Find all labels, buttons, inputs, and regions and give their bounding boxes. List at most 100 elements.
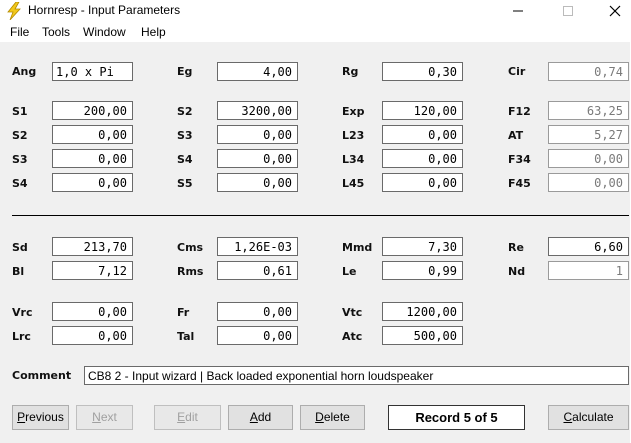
label-f45: F45	[508, 177, 531, 190]
label-rms: Rms	[177, 265, 204, 278]
field-rg[interactable]: 0,30	[382, 62, 463, 81]
menu-bar: File Tools Window Help	[0, 22, 631, 42]
field-l45[interactable]: 0,00	[382, 173, 463, 192]
input-parameters-panel: Ang 1,0 x Pi Eg 4,00 Rg 0,30 Cir 0,74 S1…	[0, 42, 630, 443]
label-ang: Ang	[12, 65, 37, 78]
field-vtc[interactable]: 1200,00	[382, 302, 463, 321]
label-le: Le	[342, 265, 357, 278]
menu-window[interactable]: Window	[83, 25, 126, 39]
label-sd: Sd	[12, 241, 28, 254]
field-rms[interactable]: 0,61	[217, 261, 298, 280]
field-s2[interactable]: 3200,00	[217, 101, 298, 120]
field-mmd[interactable]: 7,30	[382, 237, 463, 256]
label-cms: Cms	[177, 241, 204, 254]
label-bl: Bl	[12, 265, 25, 278]
field-fr[interactable]: 0,00	[217, 302, 298, 321]
label-s3-row4: S3	[12, 153, 28, 166]
field-lrc[interactable]: 0,00	[52, 326, 133, 345]
menu-tools[interactable]: Tools	[42, 25, 70, 39]
menu-file[interactable]: File	[10, 25, 29, 39]
minimize-button[interactable]	[495, 0, 541, 22]
label-lrc: Lrc	[12, 330, 31, 343]
maximize-icon	[563, 6, 573, 16]
field-tal[interactable]: 0,00	[217, 326, 298, 345]
calculate-button[interactable]: Calculate	[548, 405, 629, 430]
field-f45: 0,00	[548, 173, 629, 192]
label-tal: Tal	[177, 330, 195, 343]
field-f34: 0,00	[548, 149, 629, 168]
close-icon	[609, 5, 621, 17]
label-comment: Comment	[12, 369, 72, 382]
add-label-post: dd	[257, 410, 272, 424]
label-s1: S1	[12, 105, 28, 118]
field-s4[interactable]: 0,00	[217, 149, 298, 168]
label-s2-row3: S2	[12, 129, 28, 142]
field-ang[interactable]: 1,0 x Pi	[52, 62, 133, 81]
label-vrc: Vrc	[12, 306, 33, 319]
label-l34: L34	[342, 153, 365, 166]
field-s3[interactable]: 0,00	[217, 125, 298, 144]
field-s1[interactable]: 200,00	[52, 101, 133, 120]
label-l23: L23	[342, 129, 365, 142]
label-exp: Exp	[342, 105, 365, 118]
menu-help[interactable]: Help	[141, 25, 166, 39]
edit-button[interactable]: Edit	[154, 405, 221, 430]
field-s4-row5[interactable]: 0,00	[52, 173, 133, 192]
field-s3-row4[interactable]: 0,00	[52, 149, 133, 168]
field-cir: 0,74	[548, 62, 629, 81]
label-nd: Nd	[508, 265, 526, 278]
edit-label-accel: E	[177, 410, 186, 424]
label-cir: Cir	[508, 65, 526, 78]
field-bl[interactable]: 7,12	[52, 261, 133, 280]
label-atc: Atc	[342, 330, 363, 343]
field-sd[interactable]: 213,70	[52, 237, 133, 256]
field-s5[interactable]: 0,00	[217, 173, 298, 192]
comment-field[interactable]: CB8 2 - Input wizard | Back loaded expon…	[84, 366, 629, 385]
title-bar: Hornresp - Input Parameters	[0, 0, 631, 22]
maximize-button[interactable]	[545, 0, 591, 22]
field-cms[interactable]: 1,26E-03	[217, 237, 298, 256]
field-nd: 1	[548, 261, 629, 280]
label-rg: Rg	[342, 65, 359, 78]
label-s3: S3	[177, 129, 193, 142]
delete-label-accel: D	[315, 410, 324, 424]
window-title: Hornresp - Input Parameters	[28, 3, 181, 17]
label-vtc: Vtc	[342, 306, 363, 319]
field-vrc[interactable]: 0,00	[52, 302, 133, 321]
previous-button[interactable]: Previous	[12, 405, 69, 430]
delete-button[interactable]: Delete	[300, 405, 365, 430]
lightning-bolt-icon	[6, 1, 22, 21]
label-s4-row5: S4	[12, 177, 28, 190]
label-s5: S5	[177, 177, 193, 190]
label-f34: F34	[508, 153, 531, 166]
label-f12: F12	[508, 105, 531, 118]
field-le[interactable]: 0,99	[382, 261, 463, 280]
label-mmd: Mmd	[342, 241, 373, 254]
section-divider	[12, 215, 629, 216]
label-re: Re	[508, 241, 524, 254]
field-l34[interactable]: 0,00	[382, 149, 463, 168]
label-at: AT	[508, 129, 524, 142]
minimize-icon	[513, 10, 523, 12]
previous-label-post: revious	[25, 410, 64, 424]
field-exp[interactable]: 120,00	[382, 101, 463, 120]
next-label-post: ext	[100, 410, 117, 424]
close-button[interactable]	[592, 0, 631, 22]
record-indicator: Record 5 of 5	[388, 405, 525, 430]
previous-label-accel: P	[17, 410, 26, 424]
add-button[interactable]: Add	[228, 405, 293, 430]
calculate-label-accel: C	[563, 410, 573, 424]
calculate-label-post: alculate	[572, 410, 614, 424]
add-label-accel: A	[249, 410, 258, 424]
next-button[interactable]: Next	[76, 405, 133, 430]
next-label-accel: N	[92, 410, 101, 424]
field-l23[interactable]: 0,00	[382, 125, 463, 144]
field-eg[interactable]: 4,00	[217, 62, 298, 81]
field-s2-row3[interactable]: 0,00	[52, 125, 133, 144]
delete-label-post: elete	[323, 410, 350, 424]
label-fr: Fr	[177, 306, 190, 319]
label-s2: S2	[177, 105, 193, 118]
field-at: 5,27	[548, 125, 629, 144]
field-atc[interactable]: 500,00	[382, 326, 463, 345]
field-re[interactable]: 6,60	[548, 237, 629, 256]
